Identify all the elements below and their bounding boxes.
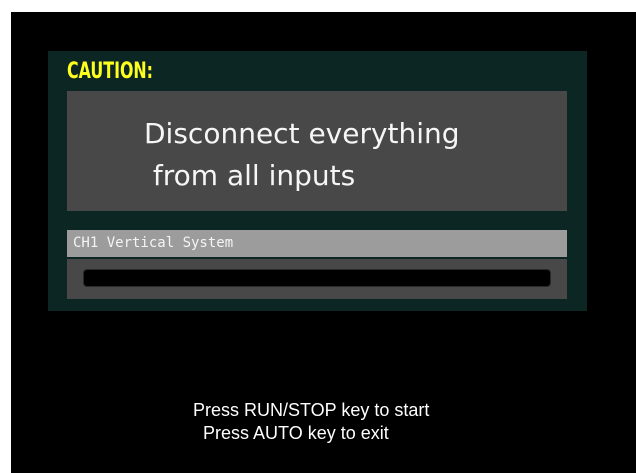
channel-label-bar: CH1 Vertical System xyxy=(67,230,567,257)
instruction-start: Press RUN/STOP key to start xyxy=(193,400,430,420)
progress-bar xyxy=(83,269,551,287)
calibration-dialog: CAUTION: Disconnect everything from all … xyxy=(48,51,587,311)
progress-panel xyxy=(67,259,567,299)
message-line-2: from all inputs xyxy=(144,159,356,192)
oscilloscope-screen: CAUTION: Disconnect everything from all … xyxy=(11,12,636,473)
message-panel: Disconnect everything from all inputs xyxy=(67,91,567,211)
message-line-1: Disconnect everything xyxy=(144,117,460,150)
channel-label-text: CH1 Vertical System xyxy=(73,235,234,251)
instruction-exit: Press AUTO key to exit xyxy=(203,423,389,443)
caution-label: CAUTION: xyxy=(67,59,154,84)
message-text: Disconnect everything from all inputs xyxy=(144,113,460,197)
